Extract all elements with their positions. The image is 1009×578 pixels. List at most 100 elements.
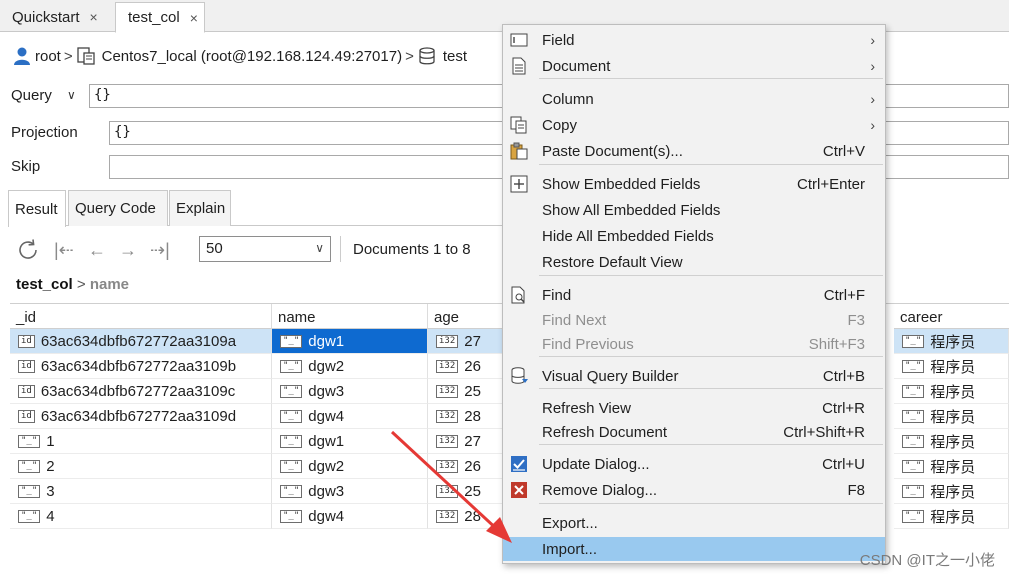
cell-value: dgw1	[308, 332, 345, 350]
menu-separator	[539, 78, 883, 79]
menu-item-hide-all-embedded-fields[interactable]: Hide All Embedded Fields	[503, 224, 885, 248]
query-label[interactable]: Query	[11, 87, 52, 104]
cell-value: 程序员	[930, 358, 976, 376]
menu-item-find-previous[interactable]: Find Previous Shift+F3	[503, 332, 885, 356]
menu-item-label: Export...	[542, 514, 598, 532]
menu-item-refresh-view[interactable]: Refresh View Ctrl+R	[503, 396, 885, 420]
menu-item-field[interactable]: Field ›	[503, 28, 885, 52]
type-str-icon: "_"	[18, 509, 41, 523]
menu-item-show-embedded-fields[interactable]: Show Embedded Fields Ctrl+Enter	[503, 172, 885, 196]
cell-id[interactable]: "_" 4	[10, 504, 272, 529]
menu-item-label: Refresh Document	[542, 423, 668, 441]
menu-item-find-next[interactable]: Find Next F3	[503, 308, 885, 332]
cell-name[interactable]: "_" dgw1	[272, 429, 428, 454]
database-icon	[509, 367, 529, 385]
type-int-icon: i32	[436, 384, 459, 398]
cell-career[interactable]: "_" 程序员	[894, 329, 1009, 354]
cell-name[interactable]: "_" dgw4	[272, 504, 428, 529]
menu-item-shortcut: Ctrl+B	[822, 367, 865, 385]
path-collection[interactable]: test_col	[16, 276, 73, 293]
cell-career[interactable]: "_" 程序员	[894, 479, 1009, 504]
type-id-icon: id	[18, 359, 35, 373]
page-size-value: 50	[206, 240, 223, 257]
last-page-icon[interactable]: ⇢|	[150, 236, 170, 264]
type-str-icon: "_"	[902, 434, 925, 448]
menu-item-remove-dialog[interactable]: Remove Dialog... F8	[503, 478, 885, 502]
menu-item-label: Refresh View	[542, 399, 631, 417]
menu-separator	[539, 164, 883, 165]
breadcrumb-user[interactable]: root	[35, 48, 61, 65]
menu-item-visual-query-builder[interactable]: Visual Query Builder Ctrl+B	[503, 364, 885, 388]
cell-id[interactable]: "_" 3	[10, 479, 272, 504]
menu-item-paste-document-s[interactable]: Paste Document(s)... Ctrl+V	[503, 139, 885, 163]
update-icon	[509, 455, 529, 473]
chevron-right-icon: >	[76, 276, 90, 293]
tab-test-col[interactable]: test_col ×	[115, 2, 205, 33]
cell-id[interactable]: id 63ac634dbfb672772aa3109c	[10, 379, 272, 404]
cell-id[interactable]: "_" 1	[10, 429, 272, 454]
type-id-icon: id	[18, 409, 35, 423]
cell-id[interactable]: id 63ac634dbfb672772aa3109b	[10, 354, 272, 379]
cell-name[interactable]: "_" dgw3	[272, 479, 428, 504]
page-size-select[interactable]: 50 ∨	[199, 236, 331, 262]
cell-name[interactable]: "_" dgw2	[272, 354, 428, 379]
menu-item-label: Show Embedded Fields	[542, 175, 701, 193]
menu-item-label: Find	[542, 286, 572, 304]
breadcrumb-collection[interactable]: test	[443, 48, 467, 65]
cell-career[interactable]: "_" 程序员	[894, 429, 1009, 454]
database-icon	[417, 46, 437, 66]
server-icon	[76, 46, 96, 66]
cell-value: 程序员	[930, 383, 976, 401]
menu-item-copy[interactable]: Copy ›	[503, 113, 885, 137]
cell-value: 26	[464, 357, 481, 375]
menu-item-column[interactable]: Column ›	[503, 87, 885, 111]
cell-name[interactable]: "_" dgw4	[272, 404, 428, 429]
cell-value: 1	[46, 432, 55, 450]
tab-query-code[interactable]: Query Code	[68, 190, 168, 226]
field-icon	[509, 31, 529, 49]
column-header-career[interactable]: career	[894, 304, 1009, 329]
menu-item-document[interactable]: Document ›	[503, 54, 885, 78]
type-int-icon: i32	[436, 509, 459, 523]
refresh-icon[interactable]	[16, 236, 40, 264]
breadcrumb-connection[interactable]: Centos7_local (root@192.168.124.49:27017…	[102, 48, 402, 65]
cell-id[interactable]: id 63ac634dbfb672772aa3109a	[10, 329, 272, 354]
cell-id[interactable]: "_" 2	[10, 454, 272, 479]
menu-item-restore-default-view[interactable]: Restore Default View	[503, 250, 885, 274]
type-str-icon: "_"	[902, 334, 925, 348]
type-id-icon: id	[18, 384, 35, 398]
cell-career[interactable]: "_" 程序员	[894, 354, 1009, 379]
first-page-icon[interactable]: |⇠	[54, 236, 74, 264]
type-int-icon: i32	[436, 409, 459, 423]
menu-item-label: Update Dialog...	[542, 455, 650, 473]
cell-name[interactable]: "_" dgw3	[272, 379, 428, 404]
column-header-name[interactable]: name	[272, 304, 428, 329]
menu-item-show-all-embedded-fields[interactable]: Show All Embedded Fields	[503, 198, 885, 222]
column-header-id[interactable]: _id	[10, 304, 272, 329]
cell-name[interactable]: "_" dgw2	[272, 454, 428, 479]
next-page-icon[interactable]: →	[119, 236, 137, 264]
chevron-down-icon[interactable]: ∨	[67, 88, 76, 102]
tab-result[interactable]: Result	[8, 190, 66, 227]
tab-explain[interactable]: Explain	[169, 190, 231, 226]
previous-page-icon[interactable]: ←	[88, 236, 106, 264]
menu-item-refresh-document[interactable]: Refresh Document Ctrl+Shift+R	[503, 420, 885, 444]
cell-id[interactable]: id 63ac634dbfb672772aa3109d	[10, 404, 272, 429]
tab-quickstart[interactable]: Quickstart ×	[0, 2, 104, 32]
menu-item-update-dialog[interactable]: Update Dialog... Ctrl+U	[503, 452, 885, 476]
cell-career[interactable]: "_" 程序员	[894, 379, 1009, 404]
menu-item-find[interactable]: Find Ctrl+F	[503, 283, 885, 307]
close-icon[interactable]: ×	[190, 10, 198, 26]
menu-item-import[interactable]: Import...	[503, 537, 885, 561]
close-icon[interactable]: ×	[90, 9, 98, 25]
cell-career[interactable]: "_" 程序员	[894, 504, 1009, 529]
type-int-icon: i32	[436, 359, 459, 373]
type-str-icon: "_"	[280, 409, 303, 423]
type-str-icon: "_"	[280, 334, 303, 348]
cell-name[interactable]: "_" dgw1	[272, 329, 428, 354]
menu-item-export[interactable]: Export...	[503, 511, 885, 535]
menu-item-label: Document	[542, 57, 611, 75]
path-field[interactable]: name	[90, 276, 129, 293]
cell-career[interactable]: "_" 程序员	[894, 404, 1009, 429]
cell-career[interactable]: "_" 程序员	[894, 454, 1009, 479]
